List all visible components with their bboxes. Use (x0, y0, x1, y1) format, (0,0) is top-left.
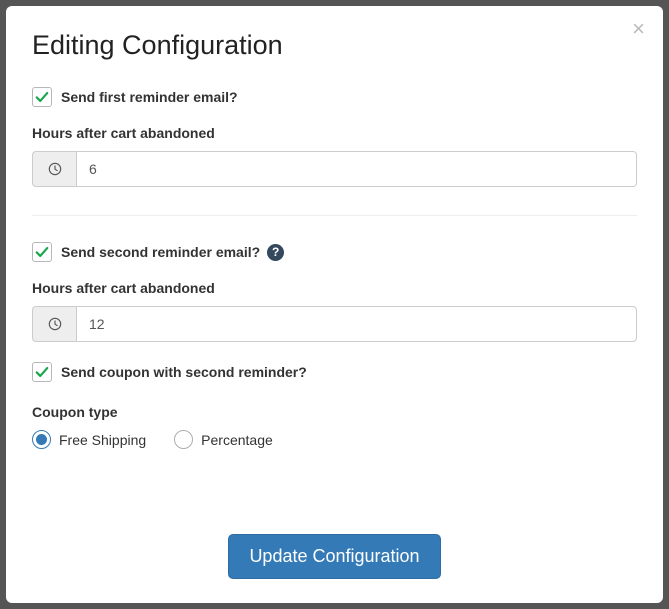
first-reminder-section: Send first reminder email? Hours after c… (32, 87, 637, 187)
clock-icon (48, 317, 62, 331)
coupon-type-radio-group: Free Shipping Percentage (32, 430, 637, 449)
section-divider (32, 215, 637, 216)
check-icon (35, 245, 49, 259)
clock-icon (48, 162, 62, 176)
radio-label: Free Shipping (59, 432, 146, 448)
radio-icon (32, 430, 51, 449)
second-hours-label: Hours after cart abandoned (32, 280, 637, 296)
check-icon (35, 365, 49, 379)
update-configuration-button[interactable]: Update Configuration (228, 534, 440, 579)
first-reminder-checkbox-label: Send first reminder email? (61, 89, 238, 105)
radio-icon (174, 430, 193, 449)
first-hours-input[interactable] (76, 151, 637, 187)
first-reminder-checkbox[interactable] (32, 87, 52, 107)
second-reminder-checkbox-label: Send second reminder email? (61, 244, 260, 260)
coupon-type-label: Coupon type (32, 404, 637, 420)
second-reminder-section: Send second reminder email? ? Hours afte… (32, 242, 637, 449)
first-hours-label: Hours after cart abandoned (32, 125, 637, 141)
second-hours-input[interactable] (76, 306, 637, 342)
send-coupon-checkbox[interactable] (32, 362, 52, 382)
clock-addon (32, 151, 76, 187)
radio-label: Percentage (201, 432, 273, 448)
coupon-type-percentage[interactable]: Percentage (174, 430, 273, 449)
clock-addon (32, 306, 76, 342)
modal-footer: Update Configuration (32, 504, 637, 579)
help-icon[interactable]: ? (267, 244, 284, 261)
edit-configuration-modal: × Editing Configuration Send first remin… (6, 6, 663, 603)
modal-title: Editing Configuration (32, 30, 637, 61)
coupon-type-free-shipping[interactable]: Free Shipping (32, 430, 146, 449)
second-reminder-checkbox[interactable] (32, 242, 52, 262)
close-icon[interactable]: × (632, 18, 645, 40)
send-coupon-checkbox-label: Send coupon with second reminder? (61, 364, 307, 380)
check-icon (35, 90, 49, 104)
